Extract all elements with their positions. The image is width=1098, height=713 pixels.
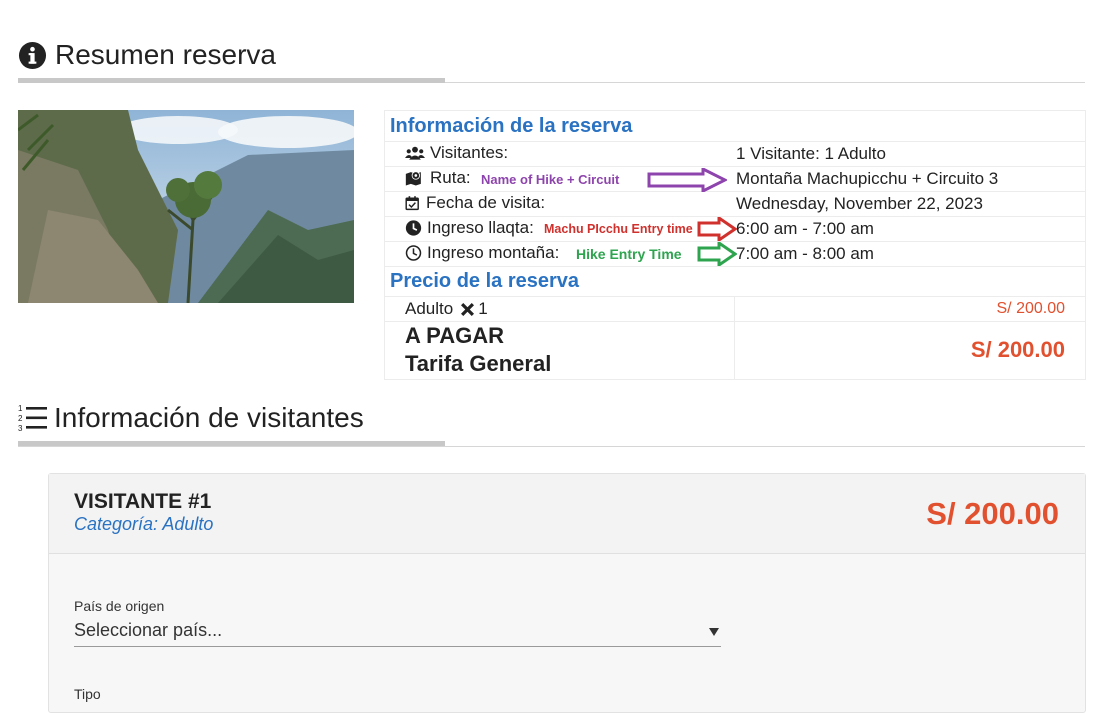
type-label: Tipo [74, 686, 101, 702]
line-item-label: Adulto 1 [405, 299, 488, 319]
summary-header: Resumen reserva [18, 38, 276, 72]
route-annotation: Name of Hike + Circuit [481, 172, 620, 187]
llaqta-row-label: Ingreso llaqta: [405, 218, 534, 238]
date-value: Wednesday, November 22, 2023 [736, 194, 983, 213]
visitor-price: S/ 200.00 [926, 496, 1059, 531]
mountain-value: 7:00 am - 8:00 am [736, 244, 874, 263]
llaqta-annotation: Machu PIcchu Entry time [544, 222, 693, 236]
date-row-label: Fecha de visita: [405, 193, 545, 213]
route-row-label: Ruta: [405, 168, 471, 188]
llaqta-value: 6:00 am - 7:00 am [736, 219, 874, 238]
summary-title: Resumen reserva [55, 39, 276, 70]
date-label: Fecha de visita: [426, 193, 546, 212]
mountain-row-label: Ingreso montaña: [405, 243, 559, 263]
clock-solid-icon [405, 220, 422, 236]
tour-photo [18, 110, 354, 303]
total-label: A PAGAR Tarifa General [405, 322, 551, 378]
calendar-check-icon [405, 196, 419, 211]
line-item-quantity: 1 [478, 299, 488, 318]
chevron-down-icon [709, 628, 719, 636]
country-select-value: Seleccionar país... [74, 620, 223, 640]
mountain-label: Ingreso montaña: [427, 243, 560, 262]
line-item-price: S/ 200.00 [996, 300, 1066, 317]
visitors-divider [18, 446, 1085, 447]
visitor-title: VISITANTE #1 [74, 490, 212, 513]
visitors-label: Visitantes: [430, 143, 509, 162]
route-value: Montaña Machupicchu + Circuito 3 [736, 169, 999, 188]
visitors-row-label: Visitantes: [405, 143, 508, 163]
route-label: Ruta: [430, 168, 471, 187]
mountain-annotation-arrow-icon [697, 242, 737, 266]
numbered-list-icon: 1 2 3 [18, 404, 47, 432]
country-select[interactable]: Seleccionar país... [74, 618, 721, 647]
price-header: Precio de la reserva [390, 270, 580, 292]
visitors-title: Información de visitantes [54, 402, 364, 433]
total-price: S/ 200.00 [970, 337, 1065, 362]
users-icon [405, 146, 425, 160]
llaqta-label: Ingreso llaqta: [427, 218, 534, 237]
visitor-card-header: VISITANTE #1 Categoría: Adulto S/ 200.00 [49, 474, 1085, 554]
info-circle-icon [18, 41, 47, 69]
visitor-card: VISITANTE #1 Categoría: Adulto S/ 200.00… [48, 473, 1086, 713]
visitors-underline [18, 441, 445, 446]
svg-text:2: 2 [18, 414, 23, 423]
visitor-category: Categoría: Adulto [74, 514, 214, 534]
clock-outline-icon [405, 245, 422, 261]
map-marker-icon [405, 171, 421, 186]
reservation-table: Información de la reserva Visitantes: 1 … [384, 110, 1086, 380]
reservation-info-header: Información de la reserva [390, 115, 633, 137]
mountain-annotation: Hike Entry Time [576, 246, 682, 262]
total-label-line1: A PAGAR [405, 323, 504, 348]
line-item-type: Adulto [405, 299, 454, 318]
route-annotation-arrow-icon [647, 168, 727, 192]
country-label: País de origen [74, 598, 165, 614]
total-label-line2: Tarifa General [405, 351, 552, 376]
visitors-value: 1 Visitante: 1 Adulto [736, 144, 886, 163]
llaqta-annotation-arrow-icon [697, 217, 737, 241]
times-icon [461, 302, 475, 316]
summary-underline [18, 78, 445, 83]
svg-text:1: 1 [18, 404, 23, 413]
svg-text:3: 3 [18, 424, 23, 432]
visitors-header: 1 2 3 Información de visitantes [18, 401, 364, 435]
